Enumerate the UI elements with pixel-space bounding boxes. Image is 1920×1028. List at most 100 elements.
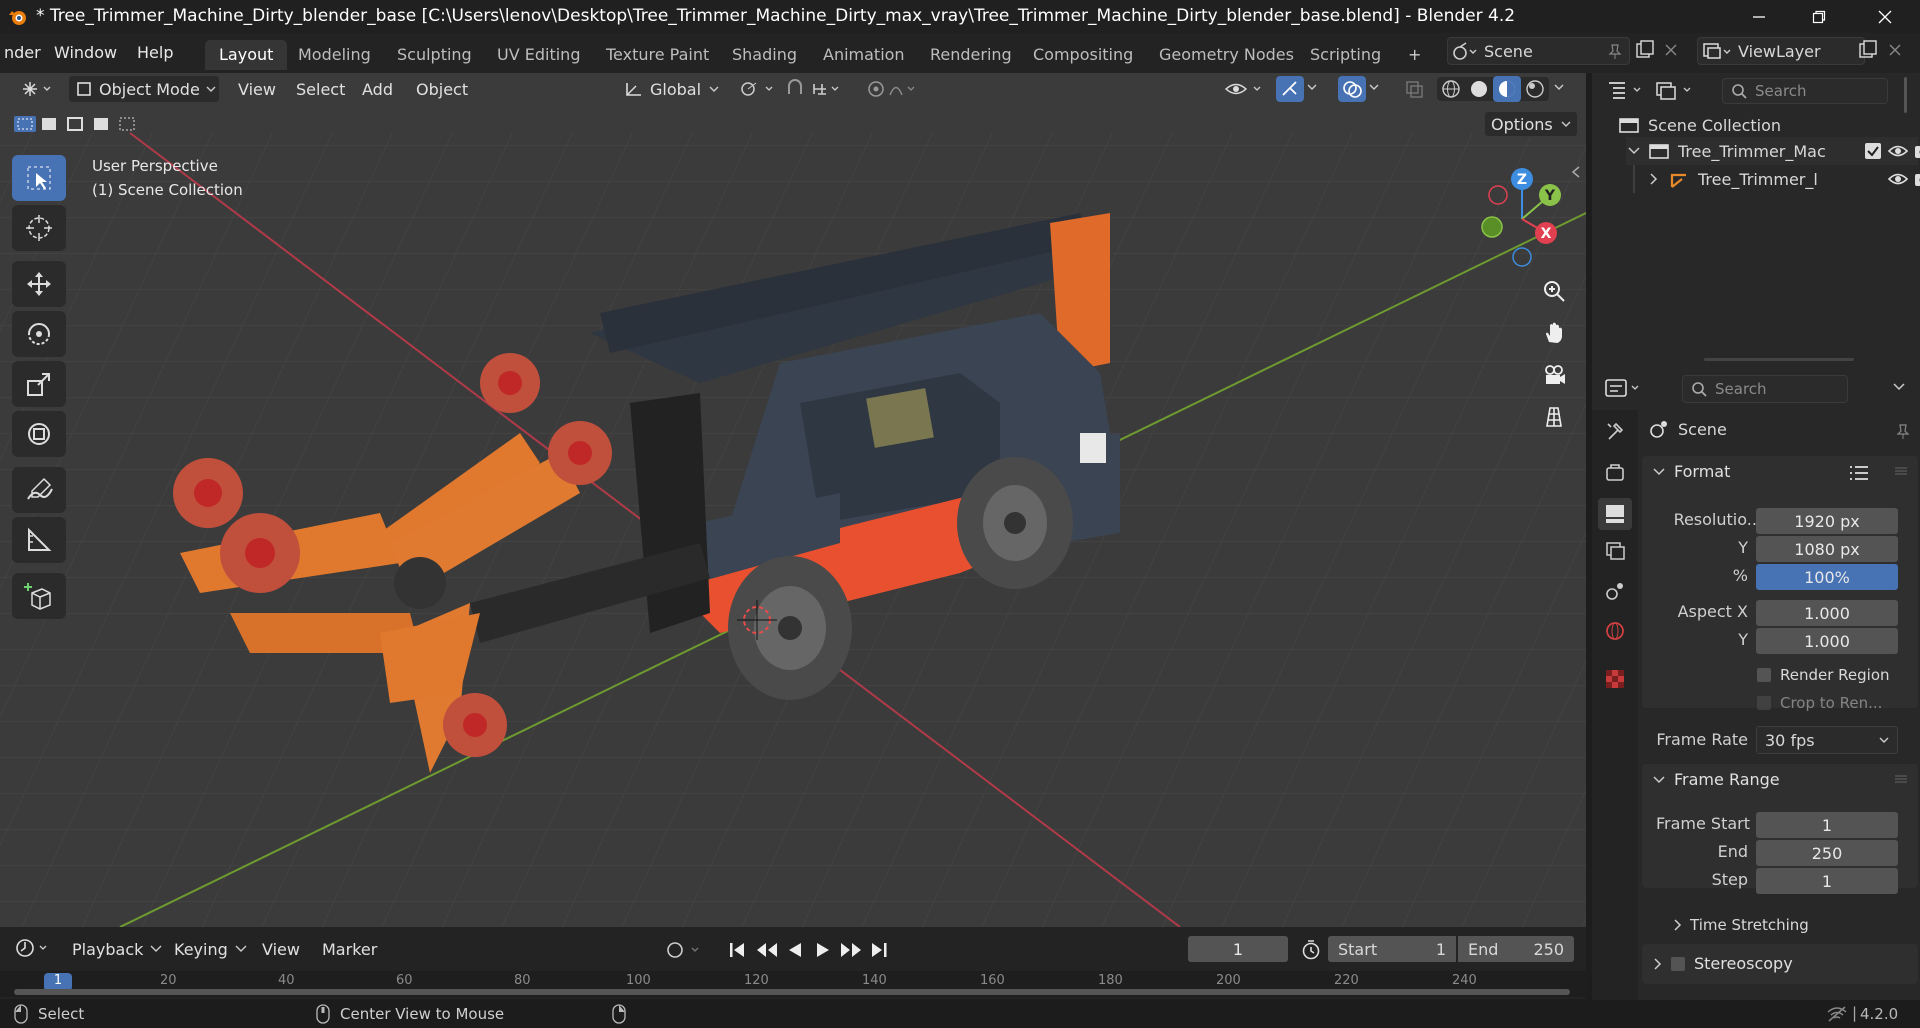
selection-modes[interactable] bbox=[12, 113, 144, 135]
3d-viewport[interactable]: Object Mode View Select Add Object Globa… bbox=[0, 73, 1586, 927]
tab-sculpting[interactable]: Sculpting bbox=[383, 40, 486, 70]
outliner-h-scrollbar[interactable] bbox=[1704, 358, 1854, 361]
world-tab-icon[interactable] bbox=[1604, 620, 1626, 642]
outliner-item-collection[interactable]: Tree_Trimmer_Mac bbox=[1626, 137, 1920, 165]
pivot-point-icon[interactable] bbox=[738, 79, 778, 99]
add-cube-tool[interactable] bbox=[12, 573, 66, 619]
chevron-down-icon[interactable] bbox=[1892, 380, 1906, 394]
view-layer-tab-icon[interactable] bbox=[1604, 540, 1626, 562]
chevron-down-icon[interactable] bbox=[1553, 81, 1565, 93]
annotate-tool[interactable] bbox=[12, 467, 66, 513]
checkbox-icon[interactable] bbox=[1670, 956, 1686, 972]
render-tab-icon[interactable] bbox=[1604, 462, 1626, 484]
play-reverse-icon[interactable] bbox=[784, 939, 806, 961]
sidebar-toggle-icon[interactable] bbox=[1570, 165, 1582, 179]
tab-scripting[interactable]: Scripting bbox=[1296, 40, 1395, 70]
remove-scene-icon[interactable] bbox=[1662, 41, 1680, 59]
measure-tool[interactable] bbox=[12, 517, 66, 563]
properties-search[interactable]: Search bbox=[1682, 375, 1848, 403]
rendered-shading-icon[interactable] bbox=[1524, 79, 1546, 99]
chevron-down-icon[interactable] bbox=[1306, 81, 1318, 93]
camera-icon[interactable] bbox=[1914, 142, 1920, 160]
aspect-y-field[interactable]: 1.000 bbox=[1756, 628, 1898, 654]
tab-modeling[interactable]: Modeling bbox=[284, 40, 385, 70]
tab-compositing[interactable]: Compositing bbox=[1019, 40, 1147, 70]
perspective-toggle-icon[interactable] bbox=[1538, 401, 1570, 433]
minimize-button[interactable] bbox=[1732, 0, 1786, 33]
editor-type-button[interactable] bbox=[14, 75, 60, 103]
select-menu[interactable]: Select bbox=[290, 75, 351, 103]
cursor-tool[interactable] bbox=[12, 205, 66, 251]
scene-tab-icon[interactable] bbox=[1604, 580, 1626, 602]
frame-step-field[interactable]: 1 bbox=[1756, 868, 1898, 894]
frame-range-header[interactable]: Frame Range bbox=[1652, 770, 1780, 789]
view-menu[interactable]: View bbox=[232, 75, 282, 103]
remove-viewlayer-icon[interactable] bbox=[1886, 41, 1904, 59]
outliner-search[interactable]: Search bbox=[1722, 78, 1888, 104]
mode-dropdown[interactable]: Object Mode bbox=[68, 75, 220, 103]
next-keyframe-icon[interactable] bbox=[838, 939, 864, 961]
prev-keyframe-icon[interactable] bbox=[754, 939, 780, 961]
keying-menu[interactable]: Keying bbox=[168, 935, 254, 963]
chevron-down-icon[interactable] bbox=[1626, 144, 1642, 158]
add-menu[interactable]: Add bbox=[356, 75, 399, 103]
stopwatch-icon[interactable] bbox=[1300, 939, 1322, 961]
scene-collection-row[interactable]: Scene Collection bbox=[1618, 111, 1781, 139]
eye-icon[interactable] bbox=[1888, 170, 1908, 188]
new-viewlayer-icon[interactable] bbox=[1857, 39, 1879, 61]
eye-icon[interactable] bbox=[1888, 142, 1908, 160]
tab-shading[interactable]: Shading bbox=[718, 40, 811, 70]
time-stretching-subpanel[interactable]: Time Stretching bbox=[1672, 916, 1809, 934]
navigation-gizmo[interactable]: Z Y X bbox=[1462, 161, 1582, 271]
frame-start-field[interactable]: 1 bbox=[1756, 812, 1898, 838]
scene-selector[interactable]: Scene bbox=[1447, 37, 1630, 65]
format-section-header[interactable]: Format bbox=[1652, 462, 1730, 481]
xray-toggle-icon[interactable] bbox=[1404, 79, 1424, 99]
menu-render[interactable]: nder bbox=[0, 41, 49, 64]
new-scene-icon[interactable] bbox=[1634, 39, 1656, 61]
zoom-icon[interactable] bbox=[1538, 275, 1570, 307]
jump-end-icon[interactable] bbox=[868, 939, 890, 961]
material-preview-shading-icon[interactable] bbox=[1493, 76, 1521, 102]
chevron-right-icon[interactable] bbox=[1646, 172, 1662, 186]
options-dropdown[interactable]: Options bbox=[1484, 111, 1578, 137]
outliner-editor-type-icon[interactable] bbox=[1606, 79, 1646, 101]
auto-keying-icon[interactable] bbox=[664, 939, 708, 961]
visibility-icon[interactable] bbox=[1224, 78, 1266, 100]
proportional-editing-icon[interactable] bbox=[866, 78, 926, 100]
wireframe-shading-icon[interactable] bbox=[1440, 79, 1462, 99]
pan-hand-icon[interactable] bbox=[1538, 317, 1570, 349]
restore-button[interactable] bbox=[1792, 0, 1846, 33]
camera-icon[interactable] bbox=[1914, 170, 1920, 188]
frame-rate-dropdown[interactable]: 30 fps bbox=[1756, 726, 1898, 754]
snap-icon[interactable] bbox=[786, 78, 846, 100]
tab-animation[interactable]: Animation bbox=[809, 40, 919, 70]
tool-tab-icon[interactable] bbox=[1604, 420, 1626, 442]
display-mode-icon[interactable] bbox=[1654, 79, 1696, 101]
transform-tool[interactable] bbox=[12, 411, 66, 457]
menu-help[interactable]: Help bbox=[129, 41, 181, 64]
marker-menu[interactable]: Marker bbox=[316, 935, 383, 963]
menu-window[interactable]: Window bbox=[46, 41, 125, 64]
viewlayer-selector[interactable]: ViewLayer bbox=[1697, 37, 1865, 65]
frame-end-field[interactable]: 250 bbox=[1756, 840, 1898, 866]
tab-uv-editing[interactable]: UV Editing bbox=[483, 40, 594, 70]
tab-layout[interactable]: Layout bbox=[205, 40, 288, 70]
render-region-checkbox[interactable]: Render Region bbox=[1756, 666, 1890, 684]
pin-icon[interactable] bbox=[1894, 422, 1912, 440]
crop-to-render-checkbox[interactable]: Crop to Ren... bbox=[1756, 694, 1882, 712]
close-button[interactable] bbox=[1858, 0, 1912, 33]
properties-editor-type-icon[interactable] bbox=[1604, 376, 1644, 400]
rotate-tool[interactable] bbox=[12, 311, 66, 357]
pin-icon[interactable] bbox=[1606, 42, 1624, 60]
tab-texture-paint[interactable]: Texture Paint bbox=[592, 40, 723, 70]
play-icon[interactable] bbox=[812, 939, 834, 961]
add-workspace-button[interactable]: + bbox=[1394, 40, 1435, 70]
tab-rendering[interactable]: Rendering bbox=[916, 40, 1026, 70]
select-box-tool[interactable] bbox=[12, 155, 66, 201]
presets-list-icon[interactable] bbox=[1848, 464, 1870, 482]
chevron-down-icon[interactable] bbox=[1368, 81, 1380, 93]
outliner-scrollbar[interactable] bbox=[1904, 77, 1907, 113]
outliner-item-object[interactable]: Tree_Trimmer_l bbox=[1626, 165, 1920, 193]
resolution-y-field[interactable]: 1080 px bbox=[1756, 536, 1898, 562]
